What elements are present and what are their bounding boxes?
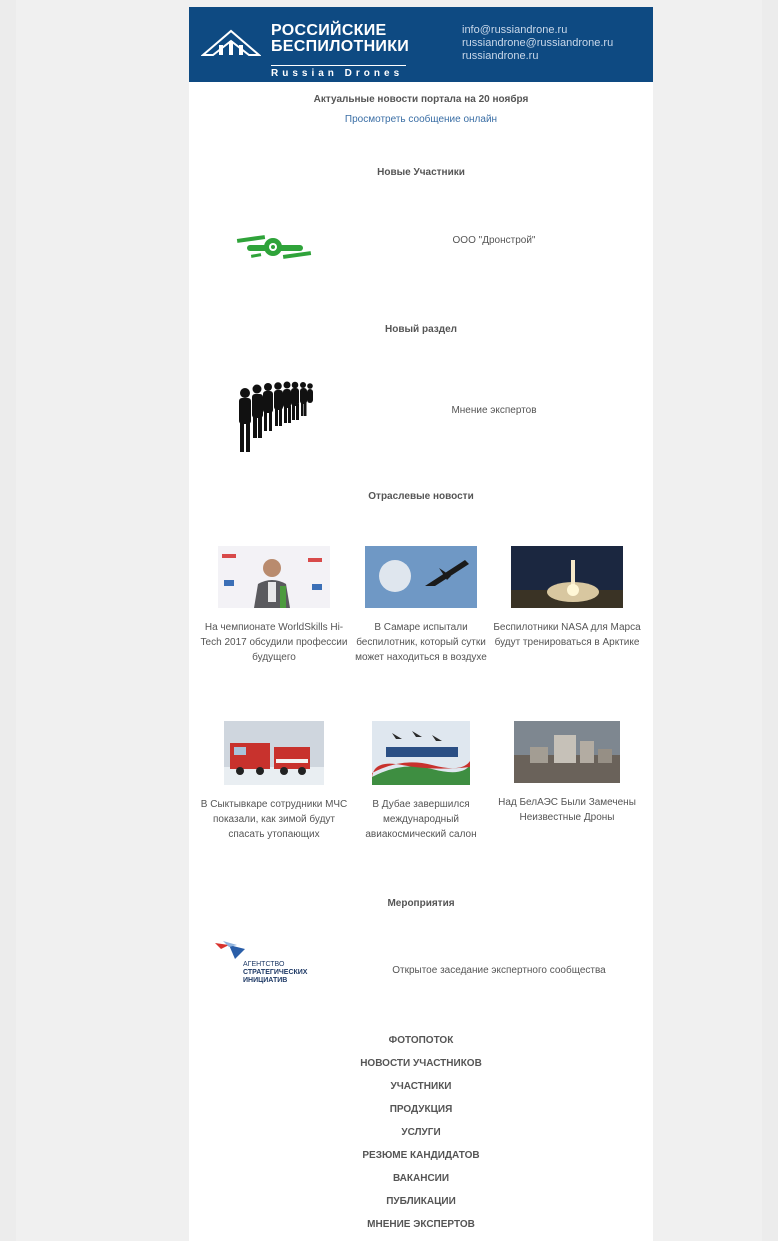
news-caption[interactable]: На чемпионате WorldSkills Hi-Tech 2017 о…: [199, 620, 349, 665]
drone-sky-photo: [365, 546, 477, 608]
news-caption[interactable]: В Дубае завершился международный авиакос…: [346, 797, 496, 842]
news-caption[interactable]: Над БелАЭС Были Замечены Неизвестные Дро…: [492, 795, 642, 825]
footer-link-services[interactable]: УСЛУГИ: [189, 1121, 653, 1144]
event-title-link[interactable]: Открытое заседание экспертного сообществ…: [359, 965, 639, 976]
email-viewer-background: РОССИЙСКИЕ БЕСПИЛОТНИКИ Russian Drones i…: [16, 0, 762, 1241]
russian-drones-logo[interactable]: РОССИЙСКИЕ БЕСПИЛОТНИКИ Russian Drones: [201, 15, 411, 79]
logo-subtitle: Russian Drones: [271, 65, 406, 79]
new-member-name[interactable]: ООО "Дронстрой": [389, 235, 599, 246]
experts-group-image[interactable]: [233, 377, 317, 455]
industry-news-heading: Отраслевые новости: [368, 491, 474, 502]
footer-link-products[interactable]: ПРОДУКЦИЯ: [189, 1098, 653, 1121]
news-item-syktyvkar[interactable]: В Сыктывкаре сотрудники МЧС показали, ка…: [199, 721, 349, 842]
new-section-heading: Новый раздел: [385, 324, 457, 335]
contact-website[interactable]: russiandrone.ru: [462, 50, 613, 63]
footer-navigation: ФОТОПОТОК НОВОСТИ УЧАСТНИКОВ УЧАСТНИКИ П…: [189, 1029, 653, 1236]
logo-line-1: РОССИЙСКИЕ: [271, 22, 387, 39]
logo-text: РОССИЙСКИЕ БЕСПИЛОТНИКИ: [271, 23, 409, 55]
news-item-samara-drone[interactable]: В Самаре испытали беспилотник, который с…: [346, 546, 496, 665]
newsletter-title: Актуальные новости портала на 20 ноября: [313, 94, 529, 105]
airshow-banner-photo: [372, 721, 470, 785]
newsletter-body: РОССИЙСКИЕ БЕСПИЛОТНИКИ Russian Drones i…: [189, 7, 653, 1241]
footer-link-resumes[interactable]: РЕЗЮМЕ КАНДИДАТОВ: [189, 1144, 653, 1167]
footer-link-publications[interactable]: ПУБЛИКАЦИИ: [189, 1190, 653, 1213]
drone-wing-icon: [201, 29, 261, 56]
asi-logo-line-2: СТРАТЕГИЧЕСКИХ: [243, 969, 308, 976]
news-caption[interactable]: В Сыктывкаре сотрудники МЧС показали, ка…: [199, 797, 349, 842]
contact-email-info[interactable]: info@russiandrone.ru: [462, 24, 613, 37]
fire-trucks-photo: [224, 721, 324, 785]
view-online-link[interactable]: Просмотреть сообщение онлайн: [189, 114, 653, 125]
news-caption[interactable]: Беспилотники NASA для Марса будут тренир…: [492, 620, 642, 650]
asi-logo-line-1: АГЕНТСТВО: [243, 961, 285, 968]
news-item-nasa-mars[interactable]: Беспилотники NASA для Марса будут тренир…: [492, 546, 642, 650]
news-caption[interactable]: В Самаре испытали беспилотник, который с…: [346, 620, 496, 665]
new-members-heading: Новые Участники: [377, 167, 465, 178]
contact-block: info@russiandrone.ru russiandrone@russia…: [462, 24, 613, 63]
footer-link-expert-opinion[interactable]: МНЕНИЕ ЭКСПЕРТОВ: [189, 1213, 653, 1236]
events-heading: Мероприятия: [387, 898, 455, 909]
footer-link-vacancies[interactable]: ВАКАНСИИ: [189, 1167, 653, 1190]
speaker-photo: [218, 546, 330, 608]
footer-link-members[interactable]: УЧАСТНИКИ: [189, 1075, 653, 1098]
footer-link-photostream[interactable]: ФОТОПОТОК: [189, 1029, 653, 1052]
asi-agency-logo[interactable]: АГЕНТСТВО СТРАТЕГИЧЕСКИХ ИНИЦИАТИВ: [215, 939, 315, 987]
news-item-worldskills[interactable]: На чемпионате WorldSkills Hi-Tech 2017 о…: [199, 546, 349, 665]
footer-link-member-news[interactable]: НОВОСТИ УЧАСТНИКОВ: [189, 1052, 653, 1075]
newsletter-header: РОССИЙСКИЕ БЕСПИЛОТНИКИ Russian Drones i…: [189, 7, 653, 82]
drone-logo-image[interactable]: [235, 229, 315, 263]
news-item-dubai-airshow[interactable]: В Дубае завершился международный авиакос…: [346, 721, 496, 842]
experts-opinion-link[interactable]: Мнение экспертов: [419, 405, 569, 416]
power-plant-photo: [514, 721, 620, 783]
news-item-belaes[interactable]: Над БелАЭС Были Замечены Неизвестные Дро…: [492, 721, 642, 825]
logo-line-2: БЕСПИЛОТНИКИ: [271, 38, 410, 55]
rocket-launch-photo: [511, 546, 623, 608]
contact-email-main[interactable]: russiandrone@russiandrone.ru: [462, 37, 613, 50]
asi-logo-line-3: ИНИЦИАТИВ: [243, 977, 288, 984]
